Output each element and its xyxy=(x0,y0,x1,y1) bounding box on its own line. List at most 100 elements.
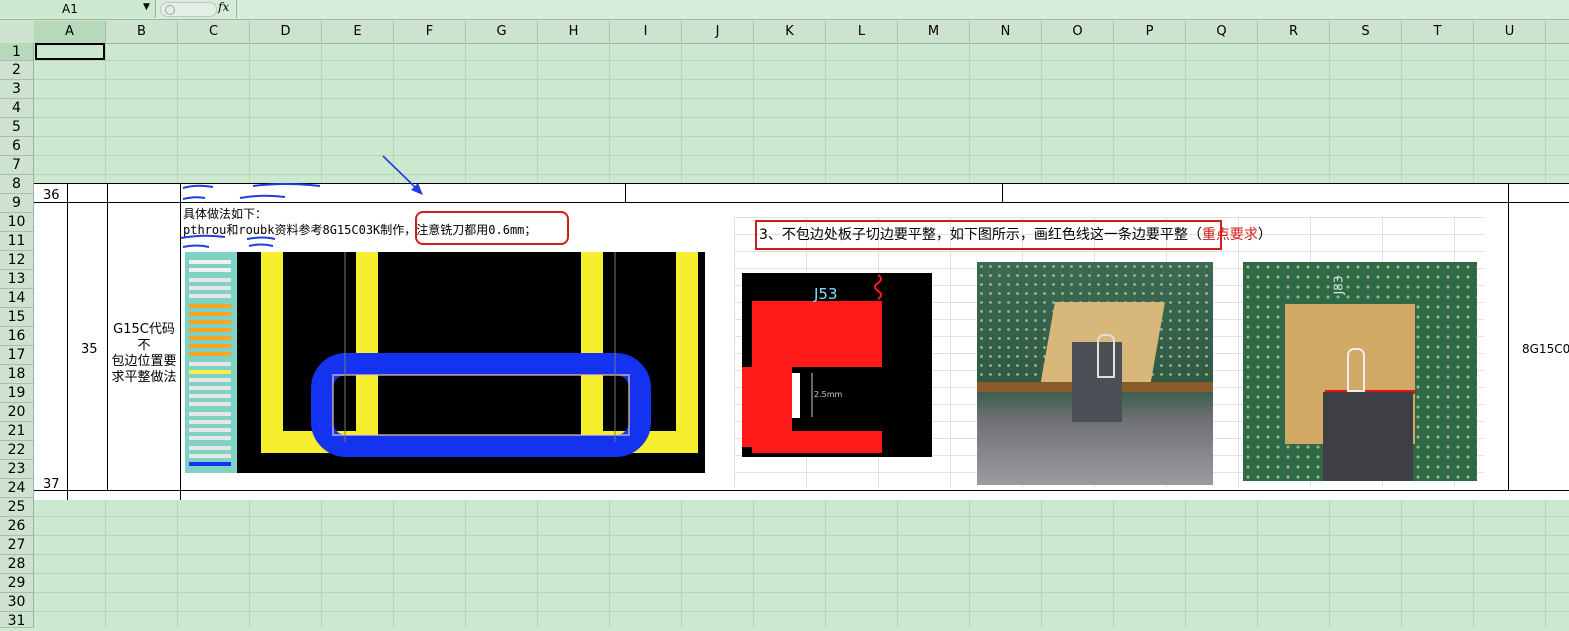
cell-reference: A1 xyxy=(62,2,78,16)
pen-annotations xyxy=(180,155,423,248)
formula-cancel-icon[interactable] xyxy=(160,2,217,17)
gridline xyxy=(34,136,1569,137)
row-header-31[interactable]: 31 xyxy=(0,612,34,629)
border-line xyxy=(625,183,626,203)
pen-stroke xyxy=(252,183,321,187)
row-header-19[interactable]: 19 xyxy=(0,384,34,403)
right-cell-text: 8G15C03 xyxy=(1522,342,1569,356)
column-header-i[interactable]: I xyxy=(610,21,682,43)
column-header-t[interactable]: T xyxy=(1402,21,1474,43)
column-header-j[interactable]: J xyxy=(682,21,754,43)
pen-stroke xyxy=(239,194,286,199)
column-header-c[interactable]: C xyxy=(178,21,250,43)
row-header-21[interactable]: 21 xyxy=(0,422,34,441)
gridline xyxy=(34,117,1569,118)
name-box[interactable]: A1 ▼ xyxy=(0,0,156,18)
pen-stroke xyxy=(180,234,226,239)
row-header-16[interactable]: 16 xyxy=(0,327,34,346)
row-number-36: 36 xyxy=(43,188,60,203)
gridline xyxy=(34,535,1569,536)
active-cell[interactable] xyxy=(35,43,105,60)
row-header-4[interactable]: 4 xyxy=(0,99,34,118)
row-header-11[interactable]: 11 xyxy=(0,232,34,251)
requirement-close: ） xyxy=(1257,227,1272,243)
cut-edge-marker xyxy=(792,373,800,418)
gridline xyxy=(34,60,1569,61)
copper-pad xyxy=(752,301,882,367)
name-box-dropdown-icon[interactable]: ▼ xyxy=(143,2,150,12)
layer-panel xyxy=(185,252,237,473)
row-header-23[interactable]: 23 xyxy=(0,460,34,479)
pen-stroke xyxy=(182,184,214,189)
row-header-28[interactable]: 28 xyxy=(0,555,34,574)
column-header-h[interactable]: H xyxy=(538,21,610,43)
row-header-13[interactable]: 13 xyxy=(0,270,34,289)
row-header-12[interactable]: 12 xyxy=(0,251,34,270)
row-header-30[interactable]: 30 xyxy=(0,593,34,612)
row-header-1[interactable]: 1 xyxy=(0,43,34,61)
board-photo-angle xyxy=(977,262,1213,485)
column-headers: A B C D E F G H I J K L M N O P Q R S T … xyxy=(0,21,1569,44)
row-header-15[interactable]: 15 xyxy=(0,308,34,327)
requirement-text: 3、不包边处板子切边要平整，如下图所示，画红色线这一条边要平整（ xyxy=(759,227,1202,243)
gridline xyxy=(34,554,1569,555)
pcb-dimension: 2.5mm xyxy=(814,390,843,399)
row-header-25[interactable]: 25 xyxy=(0,498,34,517)
column-header-d[interactable]: D xyxy=(250,21,322,43)
row-header-27[interactable]: 27 xyxy=(0,536,34,555)
gridline xyxy=(34,611,1569,612)
row-header-29[interactable]: 29 xyxy=(0,574,34,593)
row-number-35: 35 xyxy=(81,342,98,357)
row-header-2[interactable]: 2 xyxy=(0,61,34,80)
row-header-26[interactable]: 26 xyxy=(0,517,34,536)
border-line xyxy=(34,490,1569,491)
column-header-a[interactable]: A xyxy=(34,21,106,43)
gridline xyxy=(34,592,1569,593)
gridline xyxy=(34,79,1569,80)
column-header-p[interactable]: P xyxy=(1114,21,1186,43)
pen-stroke xyxy=(182,196,206,200)
column-header-o[interactable]: O xyxy=(1042,21,1114,43)
column-header-m[interactable]: M xyxy=(898,21,970,43)
row-header-18[interactable]: 18 xyxy=(0,365,34,384)
row-header-9[interactable]: 9 xyxy=(0,194,34,213)
column-header-f[interactable]: F xyxy=(394,21,466,43)
column-header-g[interactable]: G xyxy=(466,21,538,43)
requirement-emphasis: 重点要求 xyxy=(1201,227,1258,243)
border-line xyxy=(1002,183,1003,203)
column-header-k[interactable]: K xyxy=(754,21,826,43)
row-header-17[interactable]: 17 xyxy=(0,346,34,365)
pcb-layout-drawing: J53 2.5mm xyxy=(742,274,882,453)
description-line: G15C代码不 xyxy=(113,322,175,353)
column-header-r[interactable]: R xyxy=(1258,21,1330,43)
column-header-l[interactable]: L xyxy=(826,21,898,43)
pen-stroke xyxy=(246,236,276,240)
insert-function-icon[interactable]: fx xyxy=(218,0,229,14)
column-header-s[interactable]: S xyxy=(1330,21,1402,43)
description-line: 包边位置要 xyxy=(111,354,177,369)
border-line xyxy=(67,183,68,500)
formula-input[interactable] xyxy=(240,2,1540,16)
column-header-u[interactable]: U xyxy=(1474,21,1546,43)
row-header-24[interactable]: 24 xyxy=(0,479,34,498)
row-header-7[interactable]: 7 xyxy=(0,156,34,175)
formula-bar: A1 ▼ fx xyxy=(0,0,1569,20)
gridline xyxy=(34,573,1569,574)
column-header-b[interactable]: B xyxy=(106,21,178,43)
row-header-5[interactable]: 5 xyxy=(0,118,34,137)
row-header-8[interactable]: 8 xyxy=(0,175,34,194)
gridline xyxy=(34,516,1569,517)
row-header-20[interactable]: 20 xyxy=(0,403,34,422)
formula-controls: fx xyxy=(158,0,237,18)
row-header-6[interactable]: 6 xyxy=(0,137,34,156)
row-header-10[interactable]: 10 xyxy=(0,213,34,232)
row-header-22[interactable]: 22 xyxy=(0,441,34,460)
column-header-n[interactable]: N xyxy=(970,21,1042,43)
row-header-14[interactable]: 14 xyxy=(0,289,34,308)
pen-stroke xyxy=(248,243,274,247)
arrow-icon xyxy=(382,155,419,191)
copper-curve xyxy=(874,274,882,300)
row-header-3[interactable]: 3 xyxy=(0,80,34,99)
column-header-q[interactable]: Q xyxy=(1186,21,1258,43)
column-header-e[interactable]: E xyxy=(322,21,394,43)
